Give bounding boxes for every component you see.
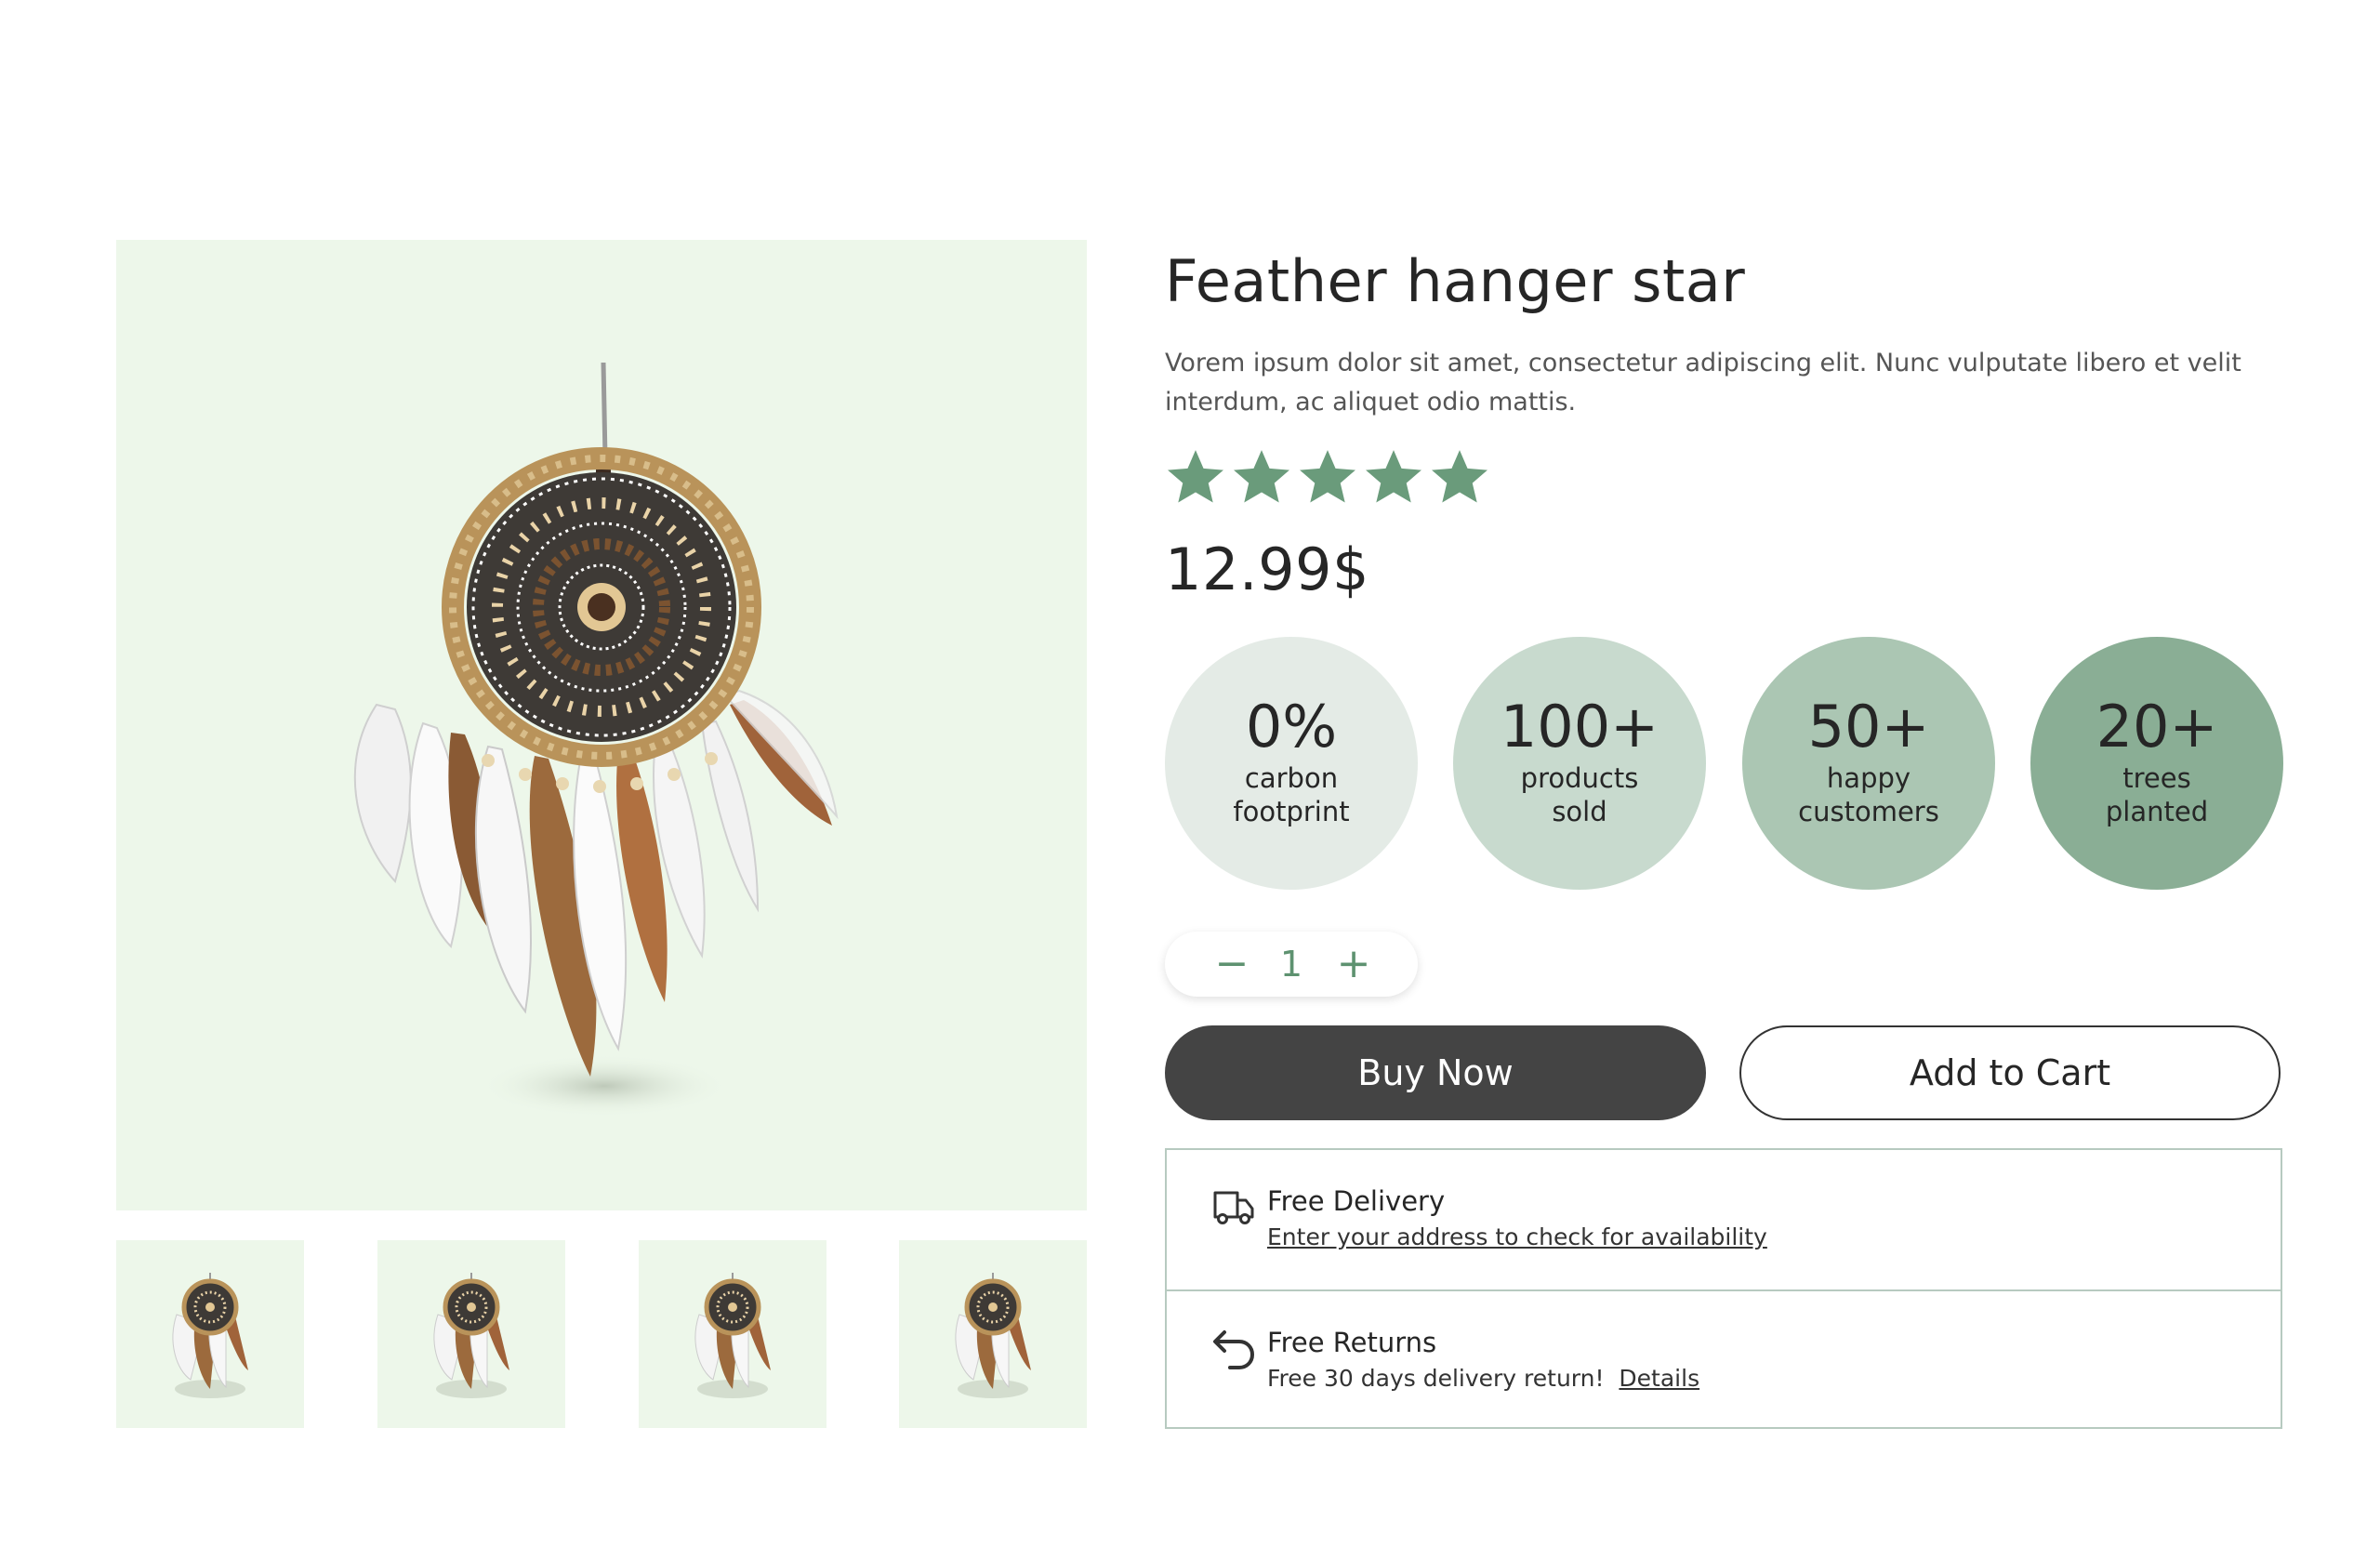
stat-label: products sold [1520, 762, 1639, 827]
impact-stats: 0% carbon footprint 100+ products sold 5… [1165, 637, 2283, 890]
free-returns-row: Free Returns Free 30 days delivery retur… [1167, 1289, 2281, 1429]
delivery-title: Free Delivery [1267, 1185, 1446, 1217]
product-title: Feather hanger star [1165, 247, 1746, 315]
thumbnail-image [955, 1273, 1031, 1398]
quantity-value[interactable]: 1 [1268, 941, 1315, 987]
thumbnail-3[interactable] [639, 1240, 826, 1428]
stat-value: 100+ [1500, 693, 1659, 760]
quantity-stepper: − 1 + [1165, 932, 1418, 997]
product-gallery [116, 240, 1087, 1428]
stat-value: 0% [1245, 693, 1338, 760]
thumbnail-strip [116, 1240, 1087, 1428]
add-to-cart-button[interactable]: Add to Cart [1739, 1025, 2281, 1120]
stat-label: happy customers [1798, 762, 1939, 827]
star-icon [1366, 450, 1421, 503]
stat-happy-customers: 50+ happy customers [1742, 637, 1995, 890]
thumbnail-image [172, 1273, 248, 1398]
dreamcatcher-image [353, 362, 839, 1117]
truck-icon [1213, 1191, 1254, 1224]
star-icon [1300, 450, 1355, 503]
product-description: Vorem ipsum dolor sit amet, consectetur … [1165, 349, 2241, 416]
stat-label: trees planted [2105, 762, 2209, 827]
product-price: 12.99$ [1165, 536, 1369, 603]
returns-title: Free Returns [1267, 1327, 1437, 1358]
returns-subtext: Free 30 days delivery return! Details [1267, 1365, 1699, 1392]
delivery-subtext: Enter your address to check for availabi… [1267, 1223, 1767, 1250]
stat-trees-planted: 20+ trees planted [2030, 637, 2283, 890]
stat-value: 50+ [1807, 693, 1930, 760]
free-delivery-row: Free Delivery Enter your address to chec… [1167, 1150, 2281, 1289]
decrement-button[interactable]: − [1209, 941, 1255, 987]
returns-text: Free 30 days delivery return! [1267, 1365, 1605, 1392]
check-availability-link[interactable]: Enter your address to check for availabi… [1267, 1223, 1767, 1250]
stat-label: carbon footprint [1233, 762, 1350, 827]
thumbnail-4[interactable] [899, 1240, 1087, 1428]
thumbnail-image [433, 1273, 509, 1398]
star-icon [1168, 450, 1223, 503]
main-product-image [116, 240, 1087, 1210]
star-icon [1234, 450, 1289, 503]
star-icon [1432, 450, 1488, 503]
returns-details-link[interactable]: Details [1619, 1365, 1699, 1392]
thumbnail-2[interactable] [377, 1240, 565, 1428]
thumbnail-1[interactable] [116, 1240, 304, 1428]
stat-value: 20+ [2096, 693, 2218, 760]
shipping-info-box: Free Delivery Enter your address to chec… [1165, 1148, 2282, 1429]
return-arrow-icon [1213, 1330, 1255, 1369]
thumbnail-image [694, 1273, 771, 1398]
buy-now-button[interactable]: Buy Now [1165, 1025, 1706, 1120]
stat-carbon-footprint: 0% carbon footprint [1165, 637, 1418, 890]
increment-button[interactable]: + [1330, 941, 1377, 987]
stat-products-sold: 100+ products sold [1453, 637, 1706, 890]
